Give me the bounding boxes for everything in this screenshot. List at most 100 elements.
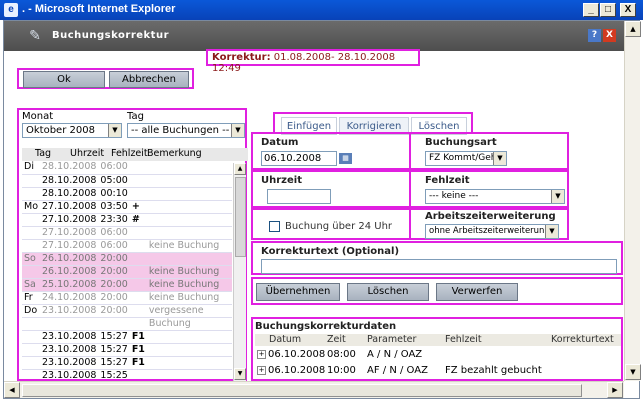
list-item[interactable]: So 26.10.2008 20:00 [22,252,232,266]
minimize-button[interactable]: _ [583,3,599,17]
list-item[interactable]: 27.10.2008 06:00 [22,226,232,240]
azw-value: ohne Arbeitszeiterweiterung [429,226,550,236]
expand-icon[interactable]: + [257,350,266,359]
col-fehlzeit: Fehlzeit [111,148,148,159]
booking-list-panel: Monat Tag Oktober 2008 ▼ -- alle Buchung… [17,108,248,383]
list-item[interactable]: 28.10.2008 00:10 [22,187,232,201]
cell-weekday [22,317,41,331]
cell-date: 27.10.2008 [40,200,99,214]
scroll-down-icon[interactable]: ▼ [234,368,246,380]
chevron-down-icon: ▼ [551,190,564,203]
cell-weekday [22,174,41,188]
cell-time: 05:00 [98,174,130,188]
cell-fehlzeit: F1 [129,343,147,357]
loeschen-button[interactable]: Löschen [347,283,429,301]
horizontal-scroll-thumb[interactable] [22,384,582,397]
korrekturdaten-header: Datum Zeit Parameter Fehlzeit Korrekturt… [255,334,621,346]
list-scroll-thumb[interactable] [235,177,246,257]
cell-time [98,317,130,331]
cell-weekday: So [22,252,41,266]
uebernehmen-button[interactable]: Übernehmen [256,283,340,301]
azw-select[interactable]: ohne Arbeitszeiterweiterung ▼ [425,224,559,239]
monat-label: Monat [22,111,54,122]
cell-fehlzeit [129,161,147,175]
dialog-title: Buchungskorrektur [52,30,170,41]
verwerfen-button[interactable]: Verwerfen [436,283,518,301]
cell-weekday: Sa [22,278,41,292]
expand-icon[interactable]: + [257,366,266,375]
help-icon[interactable]: ? [588,29,601,42]
scroll-right-icon[interactable]: ▶ [607,382,623,398]
cell-weekday: Fr [22,291,41,305]
list-scrollbar[interactable]: ▲ ▼ [233,163,246,381]
maximize-button[interactable]: □ [600,3,616,17]
buchungsart-select[interactable]: FZ Kommt/Geht ▼ [425,151,507,166]
list-item[interactable]: 27.10.2008 23:30 # [22,213,232,227]
scroll-down-icon[interactable]: ▼ [625,364,641,380]
cancel-button[interactable]: Abbrechen [109,71,189,88]
cell-date: 25.10.2008 [40,278,99,292]
datum-input[interactable]: 06.10.2008 [261,151,337,166]
chevron-down-icon: ▼ [108,124,121,137]
tab-bar: Einfügen Korrigieren Löschen [273,112,473,135]
azw-label: Arbeitszeiterweiterung [425,211,556,222]
uhrzeit-input[interactable] [267,189,331,204]
uhrzeit-box: Uhrzeit [251,170,411,208]
ok-button[interactable]: Ok [23,71,105,88]
cell-time: 06:00 [98,226,130,240]
cell-bemerkung [146,226,232,240]
list-item[interactable]: 23.10.2008 15:27 F1 [22,330,232,344]
korrekturtext-input[interactable] [261,259,617,274]
scroll-left-icon[interactable]: ◀ [4,382,20,398]
list-item[interactable]: 23.10.2008 15:27 F1 [22,343,232,357]
dialog-close-icon[interactable]: X [603,29,616,42]
row-param: AF / N / OAZ [367,365,428,376]
list-item[interactable]: Buchung [22,317,232,331]
cell-fehlzeit [129,226,147,240]
cell-weekday: Di [22,161,41,175]
cell-time: 03:50 [98,200,130,214]
cell-fehlzeit: + [129,200,147,214]
list-item[interactable]: Sa 25.10.2008 20:00 keine Buchung [22,278,232,292]
cell-time: 23:30 [98,213,130,227]
list-item[interactable]: Mo 27.10.2008 03:50 + [22,200,232,214]
korrekturdaten-row[interactable]: + 06.10.2008 10:00 AF / N / OAZ FZ bezah… [255,364,621,378]
list-header: Tag Uhrzeit Fehlzeit Bemerkung [22,148,248,161]
list-item[interactable]: 27.10.2008 06:00 keine Buchung [22,239,232,253]
over-24h-checkbox[interactable] [269,221,280,232]
cell-weekday [22,187,41,201]
fehlzeit-select[interactable]: --- keine --- ▼ [425,189,565,204]
col-tag: Tag [35,148,52,159]
scroll-up-icon[interactable]: ▲ [234,163,246,175]
tag-select[interactable]: -- alle Buchungen -- ▼ [127,123,245,138]
cell-fehlzeit [129,278,147,292]
page-horizontal-scrollbar[interactable]: ◀ ▶ [4,381,624,398]
col-datum: Datum [269,334,302,345]
window-close-button[interactable]: X [620,3,636,17]
list-item[interactable]: Fr 24.10.2008 20:00 keine Buchung [22,291,232,305]
chevron-down-icon: ▼ [493,152,506,165]
page-vertical-scrollbar[interactable]: ▲ ▼ [624,21,641,381]
korrektur-label: Korrektur: [212,52,271,63]
tag-label: Tag [127,111,144,122]
list-item[interactable]: 26.10.2008 20:00 keine Buchung [22,265,232,279]
cell-time: 15:27 [98,343,130,357]
col-zeit: Zeit [327,334,346,345]
cell-weekday [22,265,41,279]
korrekturdaten-row[interactable]: + 06.10.2008 08:00 A / N / OAZ [255,348,621,362]
cell-date: 26.10.2008 [40,252,99,266]
list-item[interactable]: Di 28.10.2008 06:00 [22,161,232,175]
calendar-icon[interactable]: ▦ [339,153,352,164]
list-item[interactable]: Do 23.10.2008 20:00 vergessene [22,304,232,318]
scroll-up-icon[interactable]: ▲ [625,21,641,37]
cell-fehlzeit [129,239,147,253]
list-item[interactable]: 28.10.2008 05:00 [22,174,232,188]
col-korrekturtext: Korrekturtext [551,334,614,345]
list-item[interactable]: 23.10.2008 15:27 F1 [22,356,232,370]
cell-bemerkung: keine Buchung [146,278,232,292]
cell-fehlzeit: # [129,213,147,227]
row-fehlzeit: FZ bezahlt gebucht [445,365,542,376]
row-time: 10:00 [327,365,356,376]
window-titlebar: e . - Microsoft Internet Explorer _ □ X [0,0,643,20]
monat-select[interactable]: Oktober 2008 ▼ [22,123,122,138]
